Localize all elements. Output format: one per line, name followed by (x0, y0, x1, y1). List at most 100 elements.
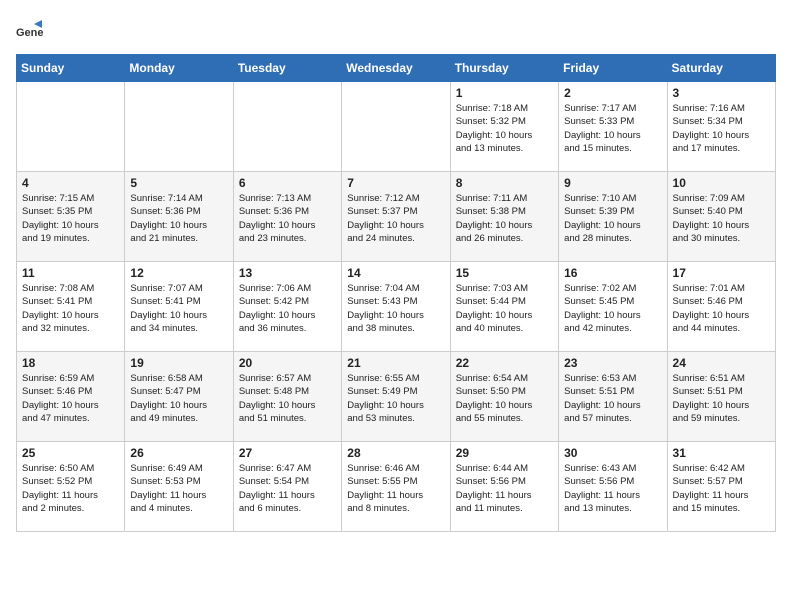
day-info: Sunrise: 7:10 AM Sunset: 5:39 PM Dayligh… (564, 192, 661, 245)
day-number: 16 (564, 266, 661, 280)
day-info: Sunrise: 7:09 AM Sunset: 5:40 PM Dayligh… (673, 192, 770, 245)
calendar-cell: 23 Sunrise: 6:53 AM Sunset: 5:51 PM Dayli… (559, 352, 667, 442)
calendar-week-row: 18Sunrise: 6:59 AM Sunset: 5:46 PM Dayli… (17, 352, 776, 442)
day-number: 7 (347, 176, 444, 190)
day-number: 17 (673, 266, 770, 280)
calendar-cell: 21 Sunrise: 6:55 AM Sunset: 5:49 PM Dayli… (342, 352, 450, 442)
logo: General (16, 16, 48, 44)
day-number: 19 (130, 356, 227, 370)
calendar-cell: 10 Sunrise: 7:09 AM Sunset: 5:40 PM Dayli… (667, 172, 775, 262)
day-info: Sunrise: 6:57 AM Sunset: 5:48 PM Dayligh… (239, 372, 336, 425)
calendar-table: SundayMondayTuesdayWednesdayThursdayFrid… (16, 54, 776, 532)
calendar-week-row: 4 Sunrise: 7:15 AM Sunset: 5:35 PM Daylig… (17, 172, 776, 262)
header-day-wednesday: Wednesday (342, 55, 450, 82)
calendar-cell (342, 82, 450, 172)
day-info: Sunrise: 7:06 AM Sunset: 5:42 PM Dayligh… (239, 282, 336, 335)
day-number: 9 (564, 176, 661, 190)
calendar-cell: 8 Sunrise: 7:11 AM Sunset: 5:38 PM Daylig… (450, 172, 558, 262)
day-info: Sunrise: 7:08 AM Sunset: 5:41 PM Dayligh… (22, 282, 119, 335)
day-info: Sunrise: 7:03 AM Sunset: 5:44 PM Dayligh… (456, 282, 553, 335)
day-number: 15 (456, 266, 553, 280)
day-info: Sunrise: 6:43 AM Sunset: 5:56 PM Dayligh… (564, 462, 661, 515)
day-info: Sunrise: 7:12 AM Sunset: 5:37 PM Dayligh… (347, 192, 444, 245)
svg-text:General: General (16, 27, 44, 39)
day-number: 14 (347, 266, 444, 280)
calendar-cell: 5Sunrise: 7:14 AM Sunset: 5:36 PM Daylig… (125, 172, 233, 262)
day-number: 25 (22, 446, 119, 460)
day-number: 1 (456, 86, 553, 100)
calendar-cell: 28 Sunrise: 6:46 AM Sunset: 5:55 PM Dayli… (342, 442, 450, 532)
day-number: 29 (456, 446, 553, 460)
calendar-week-row: 25 Sunrise: 6:50 AM Sunset: 5:52 PM Dayli… (17, 442, 776, 532)
day-info: Sunrise: 6:59 AM Sunset: 5:46 PM Dayligh… (22, 372, 119, 425)
day-number: 8 (456, 176, 553, 190)
day-info: Sunrise: 7:02 AM Sunset: 5:45 PM Dayligh… (564, 282, 661, 335)
day-number: 2 (564, 86, 661, 100)
day-info: Sunrise: 7:16 AM Sunset: 5:34 PM Dayligh… (673, 102, 770, 155)
day-number: 28 (347, 446, 444, 460)
day-info: Sunrise: 7:01 AM Sunset: 5:46 PM Dayligh… (673, 282, 770, 335)
calendar-cell: 18Sunrise: 6:59 AM Sunset: 5:46 PM Dayli… (17, 352, 125, 442)
day-number: 13 (239, 266, 336, 280)
day-number: 23 (564, 356, 661, 370)
calendar-cell: 12 Sunrise: 7:07 AM Sunset: 5:41 PM Dayli… (125, 262, 233, 352)
day-info: Sunrise: 7:04 AM Sunset: 5:43 PM Dayligh… (347, 282, 444, 335)
day-number: 27 (239, 446, 336, 460)
calendar-week-row: 1Sunrise: 7:18 AM Sunset: 5:32 PM Daylig… (17, 82, 776, 172)
calendar-cell: 22 Sunrise: 6:54 AM Sunset: 5:50 PM Dayli… (450, 352, 558, 442)
header-day-friday: Friday (559, 55, 667, 82)
calendar-cell: 14 Sunrise: 7:04 AM Sunset: 5:43 PM Dayli… (342, 262, 450, 352)
calendar-cell: 19Sunrise: 6:58 AM Sunset: 5:47 PM Dayli… (125, 352, 233, 442)
calendar-cell: 27 Sunrise: 6:47 AM Sunset: 5:54 PM Dayli… (233, 442, 341, 532)
calendar-week-row: 11 Sunrise: 7:08 AM Sunset: 5:41 PM Dayli… (17, 262, 776, 352)
day-number: 11 (22, 266, 119, 280)
day-info: Sunrise: 7:11 AM Sunset: 5:38 PM Dayligh… (456, 192, 553, 245)
calendar-cell: 1Sunrise: 7:18 AM Sunset: 5:32 PM Daylig… (450, 82, 558, 172)
header-day-monday: Monday (125, 55, 233, 82)
calendar-cell: 7 Sunrise: 7:12 AM Sunset: 5:37 PM Daylig… (342, 172, 450, 262)
logo-icon: General (16, 16, 44, 44)
calendar-cell (125, 82, 233, 172)
day-info: Sunrise: 7:13 AM Sunset: 5:36 PM Dayligh… (239, 192, 336, 245)
day-number: 5 (130, 176, 227, 190)
day-info: Sunrise: 6:46 AM Sunset: 5:55 PM Dayligh… (347, 462, 444, 515)
day-number: 21 (347, 356, 444, 370)
day-number: 12 (130, 266, 227, 280)
day-info: Sunrise: 6:49 AM Sunset: 5:53 PM Dayligh… (130, 462, 227, 515)
day-info: Sunrise: 6:51 AM Sunset: 5:51 PM Dayligh… (673, 372, 770, 425)
day-number: 26 (130, 446, 227, 460)
header-day-tuesday: Tuesday (233, 55, 341, 82)
calendar-cell: 9 Sunrise: 7:10 AM Sunset: 5:39 PM Daylig… (559, 172, 667, 262)
day-info: Sunrise: 6:47 AM Sunset: 5:54 PM Dayligh… (239, 462, 336, 515)
day-info: Sunrise: 6:53 AM Sunset: 5:51 PM Dayligh… (564, 372, 661, 425)
header-day-thursday: Thursday (450, 55, 558, 82)
calendar-cell (233, 82, 341, 172)
header-day-saturday: Saturday (667, 55, 775, 82)
calendar-cell: 30Sunrise: 6:43 AM Sunset: 5:56 PM Dayli… (559, 442, 667, 532)
day-number: 6 (239, 176, 336, 190)
page-header: General (16, 16, 776, 44)
day-info: Sunrise: 6:42 AM Sunset: 5:57 PM Dayligh… (673, 462, 770, 515)
header-day-sunday: Sunday (17, 55, 125, 82)
calendar-cell: 13 Sunrise: 7:06 AM Sunset: 5:42 PM Dayli… (233, 262, 341, 352)
calendar-cell: 16 Sunrise: 7:02 AM Sunset: 5:45 PM Dayli… (559, 262, 667, 352)
calendar-cell: 2Sunrise: 7:17 AM Sunset: 5:33 PM Daylig… (559, 82, 667, 172)
day-info: Sunrise: 6:44 AM Sunset: 5:56 PM Dayligh… (456, 462, 553, 515)
day-info: Sunrise: 6:54 AM Sunset: 5:50 PM Dayligh… (456, 372, 553, 425)
calendar-cell: 26 Sunrise: 6:49 AM Sunset: 5:53 PM Dayli… (125, 442, 233, 532)
calendar-cell (17, 82, 125, 172)
day-info: Sunrise: 7:07 AM Sunset: 5:41 PM Dayligh… (130, 282, 227, 335)
calendar-cell: 17 Sunrise: 7:01 AM Sunset: 5:46 PM Dayli… (667, 262, 775, 352)
day-info: Sunrise: 7:15 AM Sunset: 5:35 PM Dayligh… (22, 192, 119, 245)
calendar-header-row: SundayMondayTuesdayWednesdayThursdayFrid… (17, 55, 776, 82)
calendar-cell: 4 Sunrise: 7:15 AM Sunset: 5:35 PM Daylig… (17, 172, 125, 262)
day-number: 10 (673, 176, 770, 190)
day-number: 22 (456, 356, 553, 370)
calendar-cell: 25 Sunrise: 6:50 AM Sunset: 5:52 PM Dayli… (17, 442, 125, 532)
day-info: Sunrise: 6:55 AM Sunset: 5:49 PM Dayligh… (347, 372, 444, 425)
day-number: 4 (22, 176, 119, 190)
day-info: Sunrise: 6:50 AM Sunset: 5:52 PM Dayligh… (22, 462, 119, 515)
calendar-cell: 15 Sunrise: 7:03 AM Sunset: 5:44 PM Dayli… (450, 262, 558, 352)
calendar-cell: 24Sunrise: 6:51 AM Sunset: 5:51 PM Dayli… (667, 352, 775, 442)
calendar-cell: 11 Sunrise: 7:08 AM Sunset: 5:41 PM Dayli… (17, 262, 125, 352)
